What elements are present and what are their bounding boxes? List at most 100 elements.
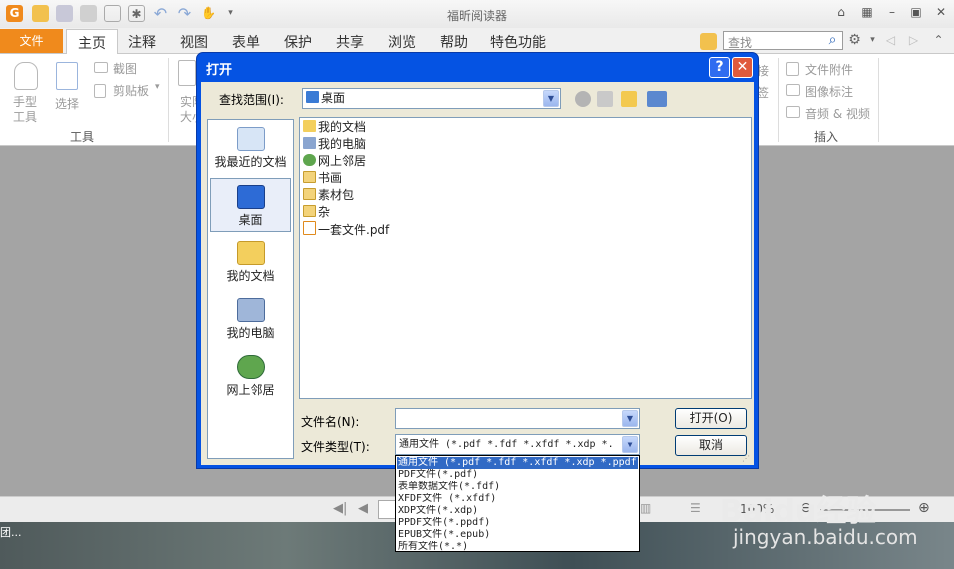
pdf-file-icon [303, 221, 316, 235]
close-app-button[interactable]: ✕ [931, 3, 951, 21]
cancel-button[interactable]: 取消 [675, 435, 747, 456]
filename-label: 文件名(N): [301, 415, 360, 429]
filetype-dropdown[interactable]: 通用文件 (*.pdf *.fdf *.xfdf *.xdp *.ppdf PD… [395, 455, 640, 552]
tab-form[interactable]: 表单 [232, 32, 260, 52]
place-label: 桌面 [238, 213, 263, 227]
recent-documents-icon [236, 127, 265, 151]
chevron-down-icon[interactable]: ▼ [622, 436, 638, 453]
select-tool-icon [56, 62, 78, 90]
audio-video-button[interactable]: 音频 & 视频 [805, 105, 870, 122]
up-folder-icon[interactable] [597, 91, 613, 107]
list-item[interactable]: 素材包 [303, 187, 354, 203]
tab-file[interactable]: 文件 [0, 29, 63, 53]
help-button[interactable]: ? [709, 57, 730, 78]
open-dialog: 打开 ? ✕ 查找范围(I): 桌面 ▼ 我最近的文档 桌面 我的文档 我的电脑… [196, 52, 759, 469]
select-tool-button[interactable]: 选择 [55, 95, 79, 112]
place-desktop[interactable]: 桌面 [210, 178, 291, 232]
open-button[interactable]: 打开(O) [675, 408, 747, 429]
back-icon[interactable] [575, 91, 591, 107]
filetype-option[interactable]: EPUB文件(*.epub) [397, 529, 638, 541]
chevron-down-icon[interactable]: ▼ [622, 410, 638, 427]
back-icon[interactable]: ◁ [882, 32, 899, 49]
place-my-computer[interactable]: 我的电脑 [210, 292, 291, 346]
tab-browse[interactable]: 浏览 [388, 32, 416, 52]
list-item[interactable]: 我的电脑 [303, 136, 366, 152]
filetype-option[interactable]: XDP文件(*.xdp) [397, 505, 638, 517]
folder-icon [303, 205, 316, 217]
hand-tool-button[interactable]: 手型 工具 [13, 95, 37, 125]
new-folder-icon[interactable] [621, 91, 637, 107]
close-dialog-button[interactable]: ✕ [732, 57, 753, 78]
place-label: 我最近的文档 [214, 155, 287, 169]
resize-grip-icon[interactable]: ⋰ [742, 454, 750, 463]
list-item[interactable]: 一套文件.pdf [303, 221, 389, 237]
first-page-icon[interactable]: ◀| [333, 501, 347, 516]
network-icon [236, 355, 265, 379]
place-my-documents[interactable]: 我的文档 [210, 235, 291, 289]
network-icon [303, 154, 316, 166]
dialog-body: 查找范围(I): 桌面 ▼ 我最近的文档 桌面 我的文档 我的电脑 网上邻居 我… [201, 82, 754, 465]
filetype-option[interactable]: PPDF文件(*.ppdf) [397, 517, 638, 529]
my-computer-icon [236, 298, 265, 322]
page-number-input[interactable] [378, 500, 396, 519]
filetype-option[interactable]: XFDF文件 (*.xfdf) [397, 493, 638, 505]
place-network[interactable]: 网上邻居 [210, 349, 291, 403]
skin-icon[interactable]: ⌂ [831, 3, 851, 21]
filetype-option[interactable]: 所有文件(*.*) [397, 541, 638, 553]
clipboard-chevron-icon[interactable]: ▾ [155, 82, 160, 92]
tab-protect[interactable]: 保护 [284, 32, 312, 52]
find-folder-icon[interactable] [700, 33, 717, 50]
prev-page-icon[interactable]: ◀ [358, 501, 368, 516]
restore-button[interactable]: ▣ [906, 3, 926, 21]
layout-icon[interactable]: ▦ [857, 3, 877, 21]
filetype-select[interactable]: 通用文件 (*.pdf *.fdf *.xfdf *.xdp *. ▼ [395, 434, 640, 455]
tab-help[interactable]: 帮助 [440, 32, 468, 52]
file-name: 书画 [318, 171, 343, 185]
divider [778, 58, 779, 142]
filetype-label: 文件类型(T): [301, 440, 370, 454]
folder-icon [303, 171, 316, 183]
tab-home[interactable]: 主页 [66, 29, 118, 54]
hand-tool-icon [14, 62, 38, 90]
continuous-page-icon[interactable]: ☰ [690, 501, 701, 515]
watermark-logo: Baidu经验 [720, 494, 877, 529]
place-recent[interactable]: 我最近的文档 [210, 121, 291, 175]
list-item[interactable]: 书画 [303, 170, 342, 186]
file-list[interactable]: 我的文档 我的电脑 网上邻居 书画 素材包 杂 一套文件.pdf [299, 117, 752, 399]
tab-view[interactable]: 视图 [180, 32, 208, 52]
look-in-value: 桌面 [321, 91, 346, 105]
file-name: 杂 [318, 205, 331, 219]
clipboard-button[interactable]: 剪贴板 [113, 82, 149, 99]
desktop-icon [306, 91, 319, 103]
app-title: 福昕阅读器 [446, 9, 507, 23]
collapse-ribbon-icon[interactable]: ⌃ [930, 32, 947, 49]
filetype-option[interactable]: 通用文件 (*.pdf *.fdf *.xfdf *.xdp *.ppdf [397, 457, 638, 469]
tab-features[interactable]: 特色功能 [490, 32, 546, 52]
filetype-option[interactable]: PDF文件(*.pdf) [397, 469, 638, 481]
minimize-button[interactable]: – [882, 3, 902, 21]
look-in-label: 查找范围(I): [219, 93, 284, 107]
image-annotation-button[interactable]: 图像标注 [805, 83, 853, 100]
tab-comment[interactable]: 注释 [128, 32, 156, 52]
forward-icon[interactable]: ▷ [905, 32, 922, 49]
look-in-combo[interactable]: 桌面 ▼ [302, 88, 561, 109]
list-item[interactable]: 网上邻居 [303, 153, 366, 169]
tab-share[interactable]: 共享 [336, 32, 364, 52]
file-attachment-button[interactable]: 文件附件 [805, 61, 853, 78]
gear-icon[interactable]: ⚙ [846, 32, 863, 49]
list-item[interactable]: 我的文档 [303, 119, 366, 135]
search-icon[interactable]: ⌕ [824, 32, 841, 49]
screenshot-button[interactable]: 截图 [113, 60, 137, 77]
single-page-icon[interactable]: ▥ [640, 501, 651, 515]
file-name: 素材包 [318, 188, 355, 202]
filetype-option[interactable]: 表单数据文件(*.fdf) [397, 481, 638, 493]
chevron-down-icon[interactable]: ▾ [864, 32, 881, 49]
filename-input[interactable]: ▼ [395, 408, 640, 429]
chevron-down-icon[interactable]: ▼ [543, 90, 559, 107]
filetype-value: 通用文件 (*.pdf *.fdf *.xfdf *.xdp *. [399, 439, 614, 450]
camera-icon [94, 62, 108, 73]
zoom-in-icon[interactable]: ⊕ [918, 500, 930, 516]
divider [168, 58, 169, 142]
list-item[interactable]: 杂 [303, 204, 330, 220]
view-menu-icon[interactable] [647, 91, 667, 107]
